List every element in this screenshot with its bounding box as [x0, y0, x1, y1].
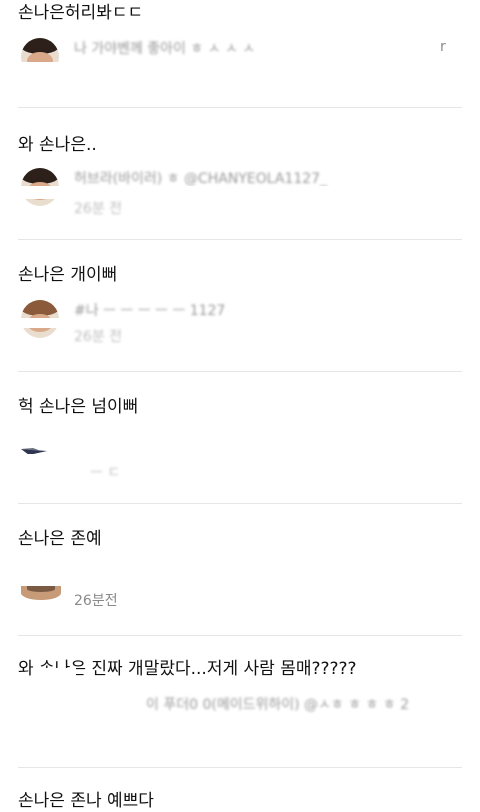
timestamp: 26분 전 [74, 329, 123, 345]
mask [36, 668, 76, 682]
comment-item[interactable]: 손나은 개이뻐 #나 ㅡ ㅡ ㅡ ㅡ ㅡ 1127 26분 전 [0, 240, 480, 372]
comment-feed: 손나은허리봐ㄷㄷ 나 가야벤께 좋아이 ㅎ ㅅ ㅅ ㅅ r 와 손나은.. 허브… [0, 0, 480, 811]
comment-text: 와 손나은.. [18, 135, 97, 155]
mask [0, 62, 480, 106]
comment-text: 손나은 존나 예쁘다 [18, 791, 154, 811]
avatar[interactable] [21, 586, 61, 600]
truncated-text: r [440, 39, 446, 55]
avatar-fragment-icon [21, 448, 47, 454]
avatar[interactable] [21, 442, 49, 454]
comment-text: 손나은허리봐ㄷㄷ [18, 3, 144, 23]
comment-item[interactable]: 와 손나은.. 허브라(바이러) ㅎ @CHANYEOLA1127_ 26분 전 [0, 108, 480, 240]
comment-meta: ㅡ ㄷ [18, 440, 462, 484]
timestamp: 26분전 [74, 593, 118, 609]
mask [0, 318, 480, 328]
author-name[interactable]: 이 푸더0 0(메이드위하이) @ㅅㅎ ㅎ ㅎ ㅎ 2 [146, 696, 409, 714]
comment-meta: 이 푸더0 0(메이드위하이) @ㅅㅎ ㅎ ㅎ ㅎ 2 [18, 694, 462, 738]
comment-item[interactable]: 손나은 존나 예쁘다 [0, 768, 480, 811]
mask [0, 186, 480, 199]
comment-text: 헉 손나은 넘이뻐 [18, 397, 139, 417]
comment-item[interactable]: 손나은 존예 26분전 [0, 504, 480, 636]
comment-text: 손나은 개이뻐 [18, 265, 118, 285]
comment-meta: 26분전 [18, 582, 462, 626]
avatar-face [27, 586, 55, 592]
timestamp: ㅡ ㄷ [90, 465, 121, 481]
comment-item[interactable]: 와 손나은 진짜 개말랐다...저게 사람 몸매????? 이 푸더0 0(메이… [0, 636, 480, 768]
comment-text: 손나은 존예 [18, 529, 102, 549]
timestamp: 26분 전 [74, 201, 123, 217]
comment-item[interactable]: 헉 손나은 넘이뻐 ㅡ ㄷ [0, 372, 480, 504]
author-name[interactable]: 나 가야벤께 좋아이 ㅎ ㅅ ㅅ ㅅ [74, 40, 255, 58]
